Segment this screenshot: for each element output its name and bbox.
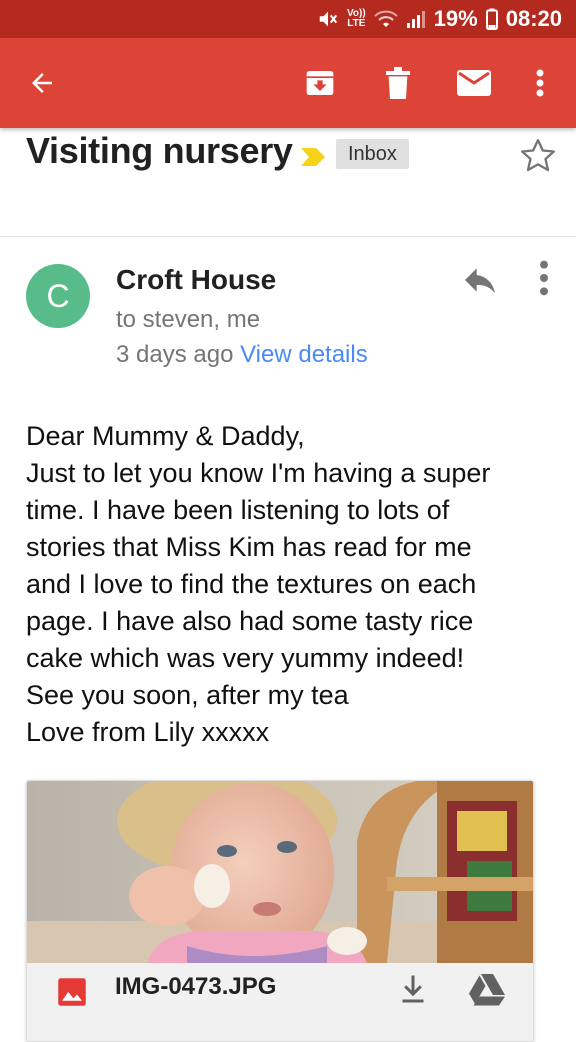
save-to-drive-icon[interactable] xyxy=(467,971,507,1007)
attachment-bar: IMG-0473.JPG xyxy=(27,963,533,1041)
sender-name: Croft House xyxy=(116,264,277,295)
message-more-icon[interactable] xyxy=(526,258,562,298)
download-icon[interactable] xyxy=(395,971,431,1007)
body-line: See you soon, after my tea xyxy=(26,680,349,710)
body-line: page. I have also had some tasty rice xyxy=(26,606,474,636)
important-marker-icon[interactable] xyxy=(300,147,326,167)
label-chip-inbox[interactable]: Inbox xyxy=(336,139,409,169)
clock: 08:20 xyxy=(505,6,562,31)
archive-icon xyxy=(306,71,334,95)
mute-icon xyxy=(319,11,338,27)
recipients-line: to steven, me xyxy=(116,306,261,333)
wifi-icon xyxy=(373,10,398,27)
back-button[interactable] xyxy=(16,57,68,109)
status-bar: Vo)) LTE 19% 08:20 xyxy=(0,0,576,38)
star-icon[interactable] xyxy=(518,136,558,176)
attachment-preview-image[interactable] xyxy=(27,781,533,963)
reply-icon[interactable] xyxy=(460,260,500,300)
attachment-file-name: IMG-0473.JPG xyxy=(115,973,277,1000)
envelope-icon xyxy=(457,70,491,96)
email-subject: Visiting nursery xyxy=(26,130,293,171)
email-date: 3 days ago xyxy=(116,341,234,368)
battery-percent: 19% xyxy=(433,6,478,31)
body-line: time. I have been listening to lots of xyxy=(26,495,450,525)
volte-icon: Vo)) LTE xyxy=(346,8,366,29)
body-line: Just to let you know I'm having a super xyxy=(26,458,491,488)
battery-icon xyxy=(485,8,498,30)
body-line: Love from Lily xxxxx xyxy=(26,717,270,747)
email-body: Dear Mummy & Daddy, Just to let you know… xyxy=(26,418,566,751)
body-line: Dear Mummy & Daddy, xyxy=(26,421,305,451)
more-options-button[interactable] xyxy=(514,57,566,109)
sender-avatar[interactable]: C xyxy=(26,264,90,328)
date-line: 3 days ago View details xyxy=(116,341,368,369)
body-line: cake which was very yummy indeed! xyxy=(26,643,465,673)
app-bar xyxy=(0,38,576,128)
header-divider xyxy=(0,236,576,237)
archive-button[interactable] xyxy=(294,57,346,109)
image-file-icon xyxy=(58,978,86,1006)
view-details-link[interactable]: View details xyxy=(240,341,368,368)
more-vertical-icon xyxy=(536,69,544,97)
signal-icon xyxy=(406,11,425,28)
body-line: and I love to find the textures on each xyxy=(26,569,477,599)
body-line: stories that Miss Kim has read for me xyxy=(26,532,472,562)
delete-button[interactable] xyxy=(372,57,424,109)
arrow-left-icon xyxy=(32,73,52,93)
mark-unread-button[interactable] xyxy=(448,57,500,109)
trash-icon xyxy=(386,67,410,99)
attachment-card[interactable]: IMG-0473.JPG xyxy=(26,780,534,1042)
